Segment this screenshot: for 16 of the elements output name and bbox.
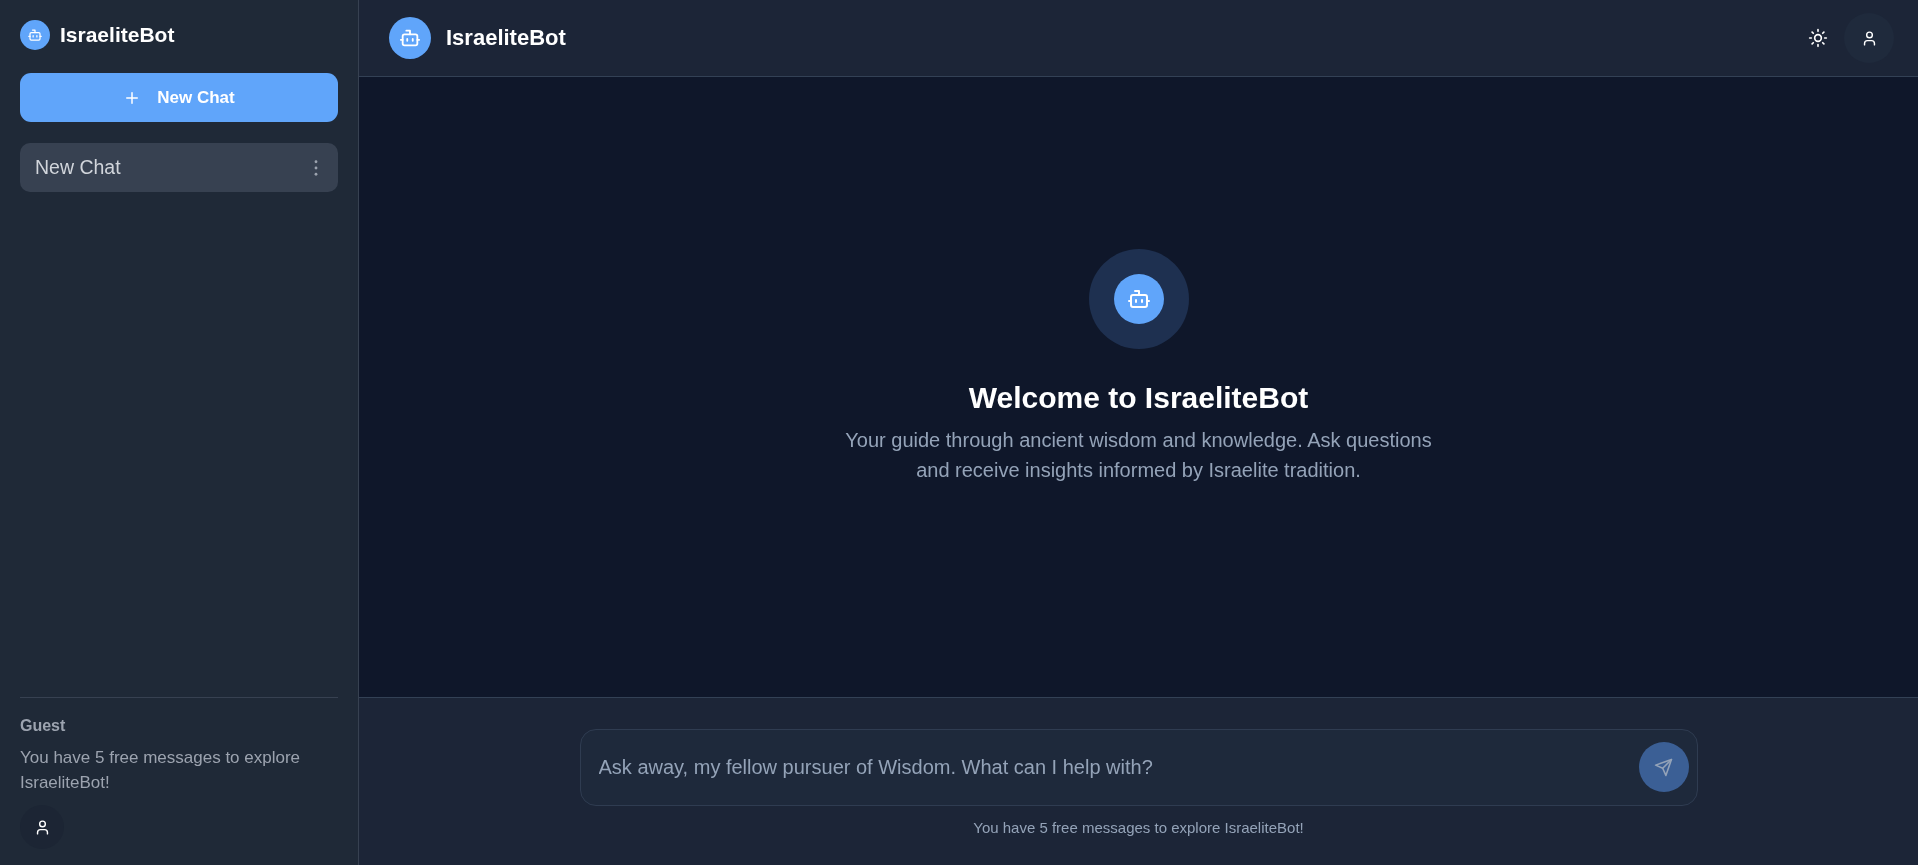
account-button[interactable]	[20, 805, 64, 849]
welcome-text: Your guide through ancient wisdom and knowledge. Ask questions and receive insights informed by Israelite tradition.	[844, 428, 1433, 483]
robot-icon	[20, 20, 50, 50]
vertical-dots-icon[interactable]	[314, 159, 318, 176]
free-messages-note: You have 5 free messages to explore IsraeliteBot!	[973, 819, 1304, 836]
message-input[interactable]: Ask away, my fellow pursuer of Wisdom. What can I help with?	[579, 729, 1698, 806]
paper-plane-icon	[1654, 757, 1673, 777]
user-name: Guest	[20, 716, 67, 736]
sun-icon[interactable]	[1808, 28, 1828, 48]
chat-list-item[interactable]: New Chat	[20, 143, 338, 192]
robot-icon	[389, 17, 431, 59]
header-title: IsraeliteBot	[446, 25, 566, 51]
app-title: IsraeliteBot	[60, 23, 175, 47]
robot-icon	[1088, 249, 1189, 349]
free-messages-text: You have 5 free messages to explore IsraeliteBot!	[20, 747, 302, 794]
welcome-heading: Welcome to IsraeliteBot	[968, 380, 1309, 416]
